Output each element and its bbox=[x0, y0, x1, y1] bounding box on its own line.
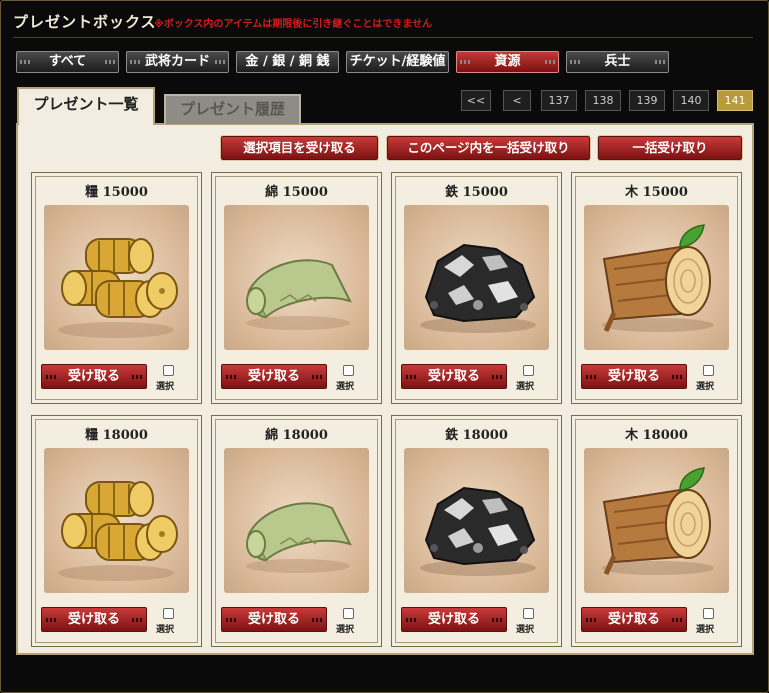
present-box-window: プレゼントボックス ※ボックス内のアイテムは期限後に引き継ぐことはできません す… bbox=[0, 0, 769, 693]
receive-selected-button[interactable]: 選択項目を受け取る bbox=[220, 135, 379, 161]
select-checkbox[interactable] bbox=[163, 365, 174, 376]
select-label: 選択 bbox=[696, 625, 715, 635]
tab-present-history[interactable]: プレゼント履歴 bbox=[164, 94, 301, 124]
wood-log-icon bbox=[584, 448, 729, 593]
item-name: 鉄 15000 bbox=[445, 185, 508, 200]
filter-tab-resources[interactable]: 資源 bbox=[456, 51, 559, 73]
select-checkbox[interactable] bbox=[523, 365, 534, 376]
filter-tab-label: 金 / 銀 / 銅 銭 bbox=[245, 54, 330, 69]
grain-bales-icon bbox=[44, 448, 189, 593]
filter-tab-ticket-exp[interactable]: チケット/経験値 bbox=[346, 51, 449, 73]
present-card: 木 18000 受け取る 選択 bbox=[571, 415, 742, 647]
ornament-icon bbox=[460, 60, 470, 64]
receive-button[interactable]: 受け取る bbox=[401, 364, 507, 389]
item-name: 糧 15000 bbox=[85, 185, 148, 200]
cotton-cloth-icon bbox=[224, 205, 369, 350]
present-card: 綿 15000 受け取る 選択 bbox=[211, 172, 382, 404]
select-label: 選択 bbox=[156, 625, 175, 635]
select-checkbox[interactable] bbox=[703, 608, 714, 619]
present-card: 糧 18000 受け取る 選択 bbox=[31, 415, 202, 647]
filter-tab-general-card[interactable]: 武将カード bbox=[126, 51, 229, 73]
item-name: 綿 15000 bbox=[265, 185, 328, 200]
page-title: プレゼントボックス bbox=[13, 13, 157, 31]
ornament-icon bbox=[105, 60, 115, 64]
item-name: 木 18000 bbox=[625, 428, 688, 443]
page-button-137[interactable]: 137 bbox=[541, 90, 577, 111]
iron-ore-icon bbox=[404, 448, 549, 593]
filter-tab-all[interactable]: すべて bbox=[16, 51, 119, 73]
select-label: 選択 bbox=[156, 382, 175, 392]
page-button-140[interactable]: 140 bbox=[673, 90, 709, 111]
grain-bales-icon bbox=[44, 205, 189, 350]
item-name: 綿 18000 bbox=[265, 428, 328, 443]
filter-tab-soldiers[interactable]: 兵士 bbox=[566, 51, 669, 73]
page-button-139[interactable]: 139 bbox=[629, 90, 665, 111]
filter-tab-label: すべて bbox=[48, 54, 87, 69]
receive-button[interactable]: 受け取る bbox=[401, 607, 507, 632]
item-name: 糧 18000 bbox=[85, 428, 148, 443]
filter-tab-label: 武将カード bbox=[144, 54, 210, 69]
select-checkbox[interactable] bbox=[163, 608, 174, 619]
select-label: 選択 bbox=[336, 625, 355, 635]
page-button-current[interactable]: 141 bbox=[717, 90, 753, 111]
receive-all-button[interactable]: 一括受け取り bbox=[597, 135, 743, 161]
select-checkbox[interactable] bbox=[343, 608, 354, 619]
present-card: 糧 15000 受け取る 選択 bbox=[31, 172, 202, 404]
select-checkbox[interactable] bbox=[703, 365, 714, 376]
ornament-icon bbox=[655, 60, 665, 64]
filter-tab-label: チケット/経験値 bbox=[349, 54, 446, 69]
ornament-icon bbox=[20, 60, 30, 64]
select-label: 選択 bbox=[336, 382, 355, 392]
cotton-cloth-icon bbox=[224, 448, 369, 593]
warning-notice: ※ボックス内のアイテムは期限後に引き継ぐことはできません bbox=[154, 19, 433, 30]
item-name: 木 15000 bbox=[625, 185, 688, 200]
present-card: 綿 18000 受け取る 選択 bbox=[211, 415, 382, 647]
header-divider bbox=[13, 37, 753, 38]
receive-button[interactable]: 受け取る bbox=[581, 364, 687, 389]
present-card: 鉄 15000 受け取る 選択 bbox=[391, 172, 562, 404]
tab-present-list[interactable]: プレゼント一覧 bbox=[17, 87, 155, 125]
page-first-button[interactable]: << bbox=[461, 90, 491, 111]
ornament-icon bbox=[215, 60, 225, 64]
item-name: 鉄 18000 bbox=[445, 428, 508, 443]
filter-tab-label: 兵士 bbox=[604, 54, 631, 69]
iron-ore-icon bbox=[404, 205, 549, 350]
select-checkbox[interactable] bbox=[343, 365, 354, 376]
page-button-138[interactable]: 138 bbox=[585, 90, 621, 111]
ornament-icon bbox=[545, 60, 555, 64]
receive-button[interactable]: 受け取る bbox=[581, 607, 687, 632]
receive-page-button[interactable]: このページ内を一括受け取り bbox=[386, 135, 591, 161]
receive-button[interactable]: 受け取る bbox=[41, 364, 147, 389]
filter-tab-coins[interactable]: 金 / 銀 / 銅 銭 bbox=[236, 51, 339, 73]
receive-button[interactable]: 受け取る bbox=[41, 607, 147, 632]
present-card: 鉄 18000 受け取る 選択 bbox=[391, 415, 562, 647]
receive-button[interactable]: 受け取る bbox=[221, 364, 327, 389]
page-prev-button[interactable]: < bbox=[503, 90, 531, 111]
ornament-icon bbox=[130, 60, 140, 64]
present-card: 木 15000 受け取る 選択 bbox=[571, 172, 742, 404]
select-label: 選択 bbox=[696, 382, 715, 392]
select-label: 選択 bbox=[516, 625, 535, 635]
select-label: 選択 bbox=[516, 382, 535, 392]
wood-log-icon bbox=[584, 205, 729, 350]
receive-button[interactable]: 受け取る bbox=[221, 607, 327, 632]
filter-tab-label: 資源 bbox=[494, 54, 521, 69]
ornament-icon bbox=[570, 60, 580, 64]
select-checkbox[interactable] bbox=[523, 608, 534, 619]
